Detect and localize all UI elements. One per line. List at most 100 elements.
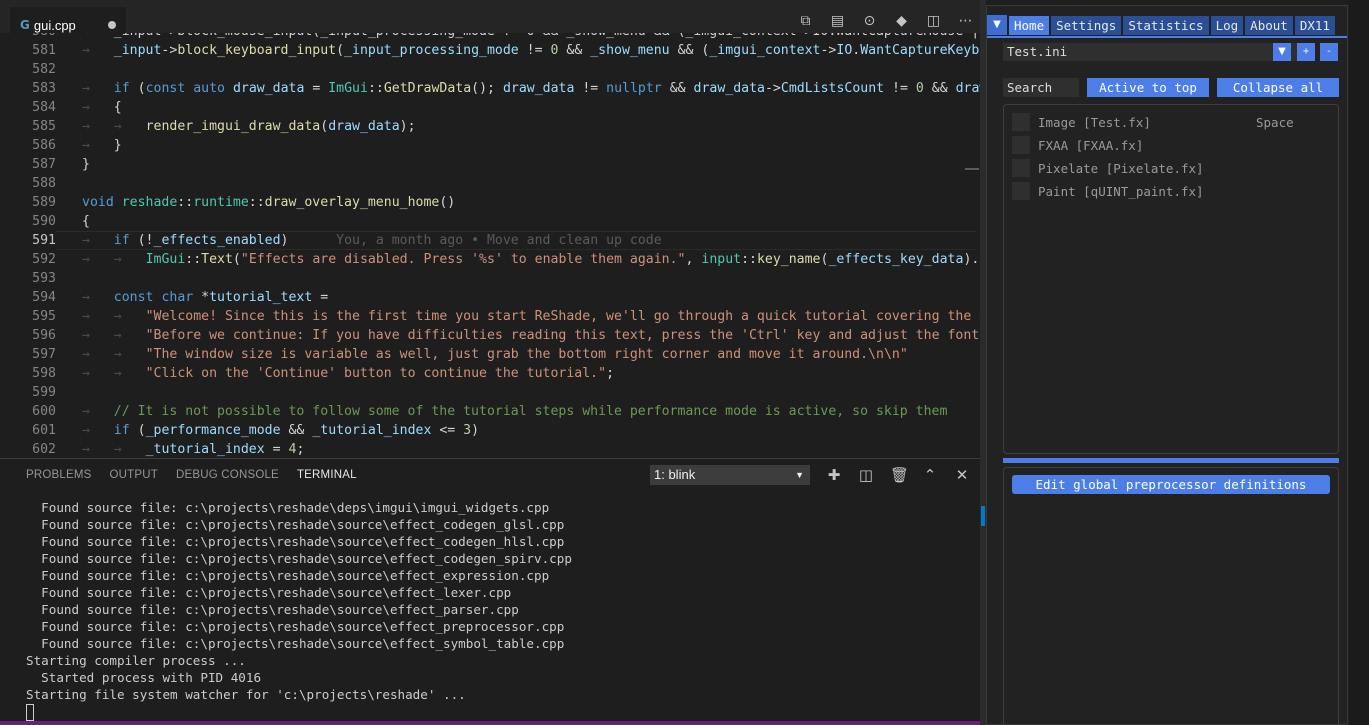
tab-output[interactable]: OUTPUT (110, 469, 158, 481)
line-number: 582 (32, 62, 56, 77)
unsaved-dot-icon[interactable] (108, 21, 116, 29)
menu-statistics[interactable]: Statistics (1123, 15, 1209, 35)
code-line[interactable]: 586 → } (0, 136, 983, 155)
effect-settings-panel: Edit global preprocessor definitions (1003, 467, 1339, 724)
close-panel-icon[interactable]: ✕ (954, 465, 970, 485)
code-line[interactable]: 597 → → "The window size is variable as w… (0, 345, 983, 364)
code-line[interactable]: 595 → → "Welcome! Since this is the first… (0, 307, 983, 326)
open-changes-icon[interactable]: ⧉ (796, 12, 815, 31)
code-line[interactable]: 585 → → render_imgui_draw_data(draw_data)… (0, 117, 983, 136)
reshade-overlay: ▼ Home Settings Statistics Log About DX1… (986, 5, 1348, 725)
line-number: 581 (32, 43, 56, 58)
cpp-file-icon: G (20, 18, 30, 32)
code-line[interactable]: 592 → → ImGui::Text("Effects are disabled… (0, 250, 983, 269)
code-line[interactable]: 590 { (0, 212, 983, 231)
code-line[interactable]: 598 → → "Click on the 'Continue' button t… (0, 364, 983, 383)
menu-settings[interactable]: Settings (1051, 15, 1122, 35)
terminal-select[interactable]: 1: blink ▼ (650, 465, 810, 485)
panel-splitter[interactable] (1003, 458, 1339, 463)
code-line[interactable]: 591 → if (!_effects_enabled) You, a month… (0, 231, 983, 250)
terminal-line: Found source file: c:\projects\reshade\d… (26, 500, 550, 515)
code-line[interactable]: 599 (0, 383, 983, 402)
editor-scrollbar[interactable] (965, 40, 979, 460)
effect-row[interactable]: Paint [qUINT_paint.fx] (1012, 182, 1204, 200)
terminal-line: Found source file: c:\projects\reshade\s… (26, 585, 512, 600)
effect-checkbox[interactable] (1012, 182, 1030, 200)
line-number: 597 (32, 347, 56, 362)
line-number: 589 (32, 195, 56, 210)
line-number: 595 (32, 309, 56, 324)
code-line[interactable]: 602 → → _tutorial_index = 4; (0, 440, 983, 457)
effect-checkbox[interactable] (1012, 159, 1030, 177)
code-text: → → render_imgui_draw_data(draw_data); (82, 119, 416, 134)
code-line[interactable]: 589 void reshade::runtime::draw_overlay_m… (0, 193, 983, 212)
line-number: 587 (32, 157, 56, 172)
effect-toggle-key: Space (1256, 115, 1294, 130)
active-to-top-button[interactable]: Active to top (1087, 78, 1209, 97)
remove-preset-button[interactable]: - (1320, 43, 1338, 61)
code-line[interactable]: 584 → { (0, 98, 983, 117)
collapse-all-button[interactable]: Collapse all (1217, 78, 1339, 97)
tab-problems[interactable]: PROBLEMS (26, 469, 92, 481)
menu-log[interactable]: Log (1210, 15, 1244, 35)
menu-home[interactable]: Home (1009, 15, 1050, 35)
code-text: → → "Click on the 'Continue' button to c… (82, 366, 615, 381)
code-text: → → _tutorial_index = 4; (82, 442, 305, 457)
reshade-menu-bar: ▼ Home Settings Statistics Log About DX1… (987, 15, 1347, 38)
code-line[interactable]: 593 (0, 269, 983, 288)
line-number: 588 (32, 176, 56, 191)
search-input[interactable]: Search (1003, 78, 1079, 97)
new-terminal-icon[interactable]: ✚ (826, 465, 842, 485)
code-line[interactable]: 583 → if (const auto draw_data = ImGui::G… (0, 79, 983, 98)
code-line[interactable]: 588 (0, 174, 983, 193)
split-terminal-icon[interactable]: ◫ (858, 465, 874, 485)
desktop-background (1349, 0, 1369, 725)
effect-row[interactable]: FXAA [FXAA.fx] (1012, 136, 1143, 154)
add-preset-button[interactable]: + (1297, 43, 1315, 61)
code-text: void reshade::runtime::draw_overlay_menu… (82, 195, 456, 210)
code-line[interactable]: 587} (0, 155, 983, 174)
kill-terminal-icon[interactable]: 🗑 (890, 465, 909, 485)
code-line[interactable]: 600 → // It is not possible to follow som… (0, 402, 983, 421)
line-number: 598 (32, 366, 56, 381)
status-bar (0, 721, 983, 725)
line-number: 592 (32, 252, 56, 267)
code-text: { (82, 214, 90, 229)
code-line[interactable]: 601 → if (_performance_mode && _tutorial_… (0, 421, 983, 440)
terminal-line: Found source file: c:\projects\reshade\s… (26, 602, 519, 617)
bottom-panel: PROBLEMS OUTPUT DEBUG CONSOLE TERMINAL 1… (0, 458, 983, 725)
editor-actions: ⧉ ▤ ⊙ ◆ ◫ ⋯ (796, 12, 975, 31)
tab-terminal[interactable]: TERMINAL (297, 469, 357, 481)
code-text: → if (_performance_mode && _tutorial_ind… (82, 423, 480, 438)
code-line[interactable]: 581 → _input->block_keyboard_input(_input… (0, 41, 983, 60)
effect-checkbox[interactable] (1012, 136, 1030, 154)
menu-about[interactable]: About (1245, 15, 1293, 35)
line-number: 580 (0, 33, 56, 41)
preset-combo[interactable]: Test.ini (1003, 43, 1297, 61)
collapse-window-icon[interactable]: ▼ (987, 15, 1007, 35)
code-line[interactable]: 582 (0, 60, 983, 79)
code-editor[interactable]: 580 → _input->block_mouse_input(_input_pr… (0, 33, 983, 457)
previous-change-icon[interactable]: ⊙ (860, 12, 879, 31)
editor-tab-label: gui.cpp (33, 17, 76, 33)
more-actions-icon[interactable]: ⋯ (956, 12, 975, 31)
code-line[interactable]: 594 → const char *tutorial_text = (0, 288, 983, 307)
preset-dropdown-arrow-icon[interactable]: ▼ (1273, 43, 1291, 61)
code-text: → } (82, 138, 122, 153)
chevron-down-icon: ▼ (795, 470, 804, 480)
menu-dx11[interactable]: DX11 (1294, 15, 1335, 35)
effect-row[interactable]: Image [Test.fx] (1012, 113, 1151, 131)
effect-checkbox[interactable] (1012, 113, 1030, 131)
git-compare-icon[interactable]: ◆ (892, 12, 911, 31)
terminal-output[interactable]: Found source file: c:\projects\reshade\d… (26, 499, 572, 703)
maximize-panel-icon[interactable]: ⌃ (922, 465, 938, 485)
open-preview-icon[interactable]: ▤ (828, 12, 847, 31)
edit-preprocessor-definitions-button[interactable]: Edit global preprocessor definitions (1012, 475, 1330, 494)
effect-row[interactable]: Pixelate [Pixelate.fx] (1012, 159, 1204, 177)
tab-debug-console[interactable]: DEBUG CONSOLE (176, 469, 279, 481)
terminal-line: Found source file: c:\projects\reshade\s… (26, 551, 572, 566)
code-line[interactable]: 580 → _input->block_mouse_input(_input_pr… (0, 33, 983, 41)
split-editor-icon[interactable]: ◫ (924, 12, 943, 31)
code-text: } (82, 157, 90, 172)
code-line[interactable]: 596 → → "Before we continue: If you have … (0, 326, 983, 345)
